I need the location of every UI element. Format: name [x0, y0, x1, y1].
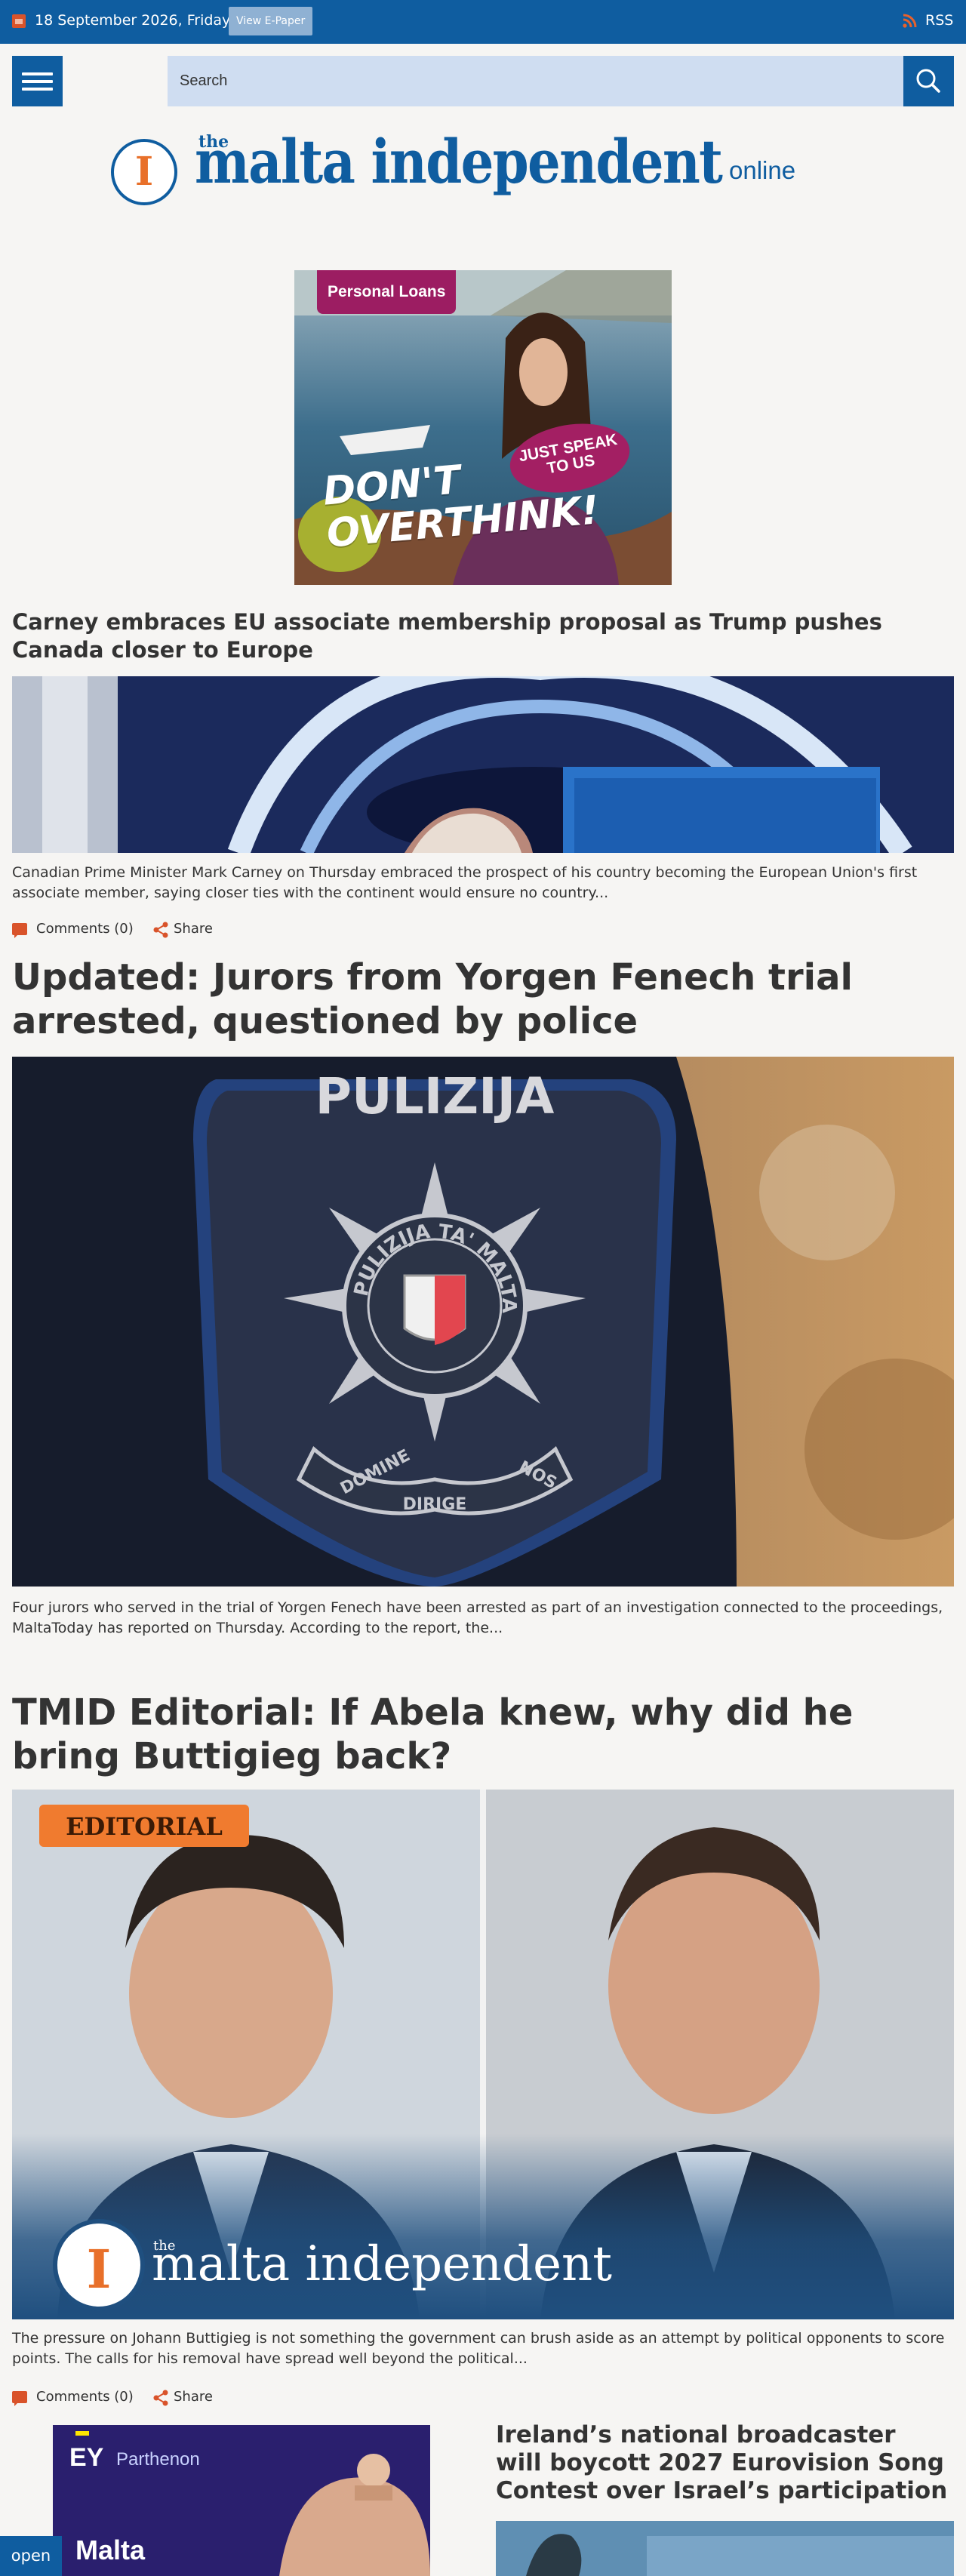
article-image[interactable] [496, 2521, 954, 2576]
editorial-photo: EDITORIAL I the malta independent [12, 1790, 954, 2319]
menu-icon [22, 72, 53, 75]
rss-link[interactable]: RSS [925, 12, 953, 29]
search-icon [916, 69, 940, 93]
search-input[interactable] [168, 56, 903, 106]
share-link[interactable]: Share [174, 921, 213, 937]
comments-icon [12, 923, 27, 938]
article-title[interactable]: Ireland’s national broadcaster will boyc… [496, 2421, 949, 2505]
article-title[interactable]: TMID Editorial: If Abela knew, why did h… [12, 1691, 948, 1778]
ad-tag: Personal Loans [317, 270, 457, 314]
article-meta: Comments (0) Share [12, 919, 254, 940]
advertisement-banner[interactable]: Personal Loans JUST SPEAK TO US DON'T OV… [294, 270, 672, 585]
sidebar-ad-headline: Malta [75, 2534, 146, 2565]
svg-text:PULIZIJA: PULIZIJA [315, 1067, 555, 1125]
menu-button[interactable] [12, 56, 63, 106]
article-image[interactable]: EDITORIAL I the malta independent [12, 1790, 954, 2319]
menu-icon [22, 88, 53, 91]
logo-name: malta independent [195, 126, 723, 197]
article-title[interactable]: Updated: Jurors from Yorgen Fenech trial… [12, 956, 948, 1043]
article-image[interactable] [12, 676, 954, 853]
share-icon[interactable] [152, 2390, 169, 2406]
comments-icon [12, 2391, 27, 2406]
open-button[interactable]: open [0, 2536, 62, 2576]
svg-text:DIRIGE: DIRIGE [403, 1495, 467, 1514]
share-icon[interactable] [152, 922, 169, 938]
logo-suffix: online [729, 156, 796, 184]
svg-text:I: I [135, 149, 153, 195]
menu-icon [22, 80, 53, 83]
search-button[interactable] [903, 56, 954, 106]
svg-text:EDITORIAL: EDITORIAL [66, 1812, 223, 1841]
svg-text:I: I [87, 2238, 112, 2301]
sidebar-ad-brand-sub: Parthenon [116, 2449, 200, 2470]
article-summary: The pressure on Johann Buttigieg is not … [12, 2330, 945, 2367]
article-summary: Four jurors who served in the trial of Y… [12, 1599, 943, 1636]
site-logo[interactable]: I the malta independent online [110, 126, 820, 215]
article-meta: Comments (0) Share [12, 2387, 254, 2408]
article-summary: Canadian Prime Minister Mark Carney on T… [12, 864, 918, 901]
view-epaper-button[interactable]: View E-Paper [229, 7, 313, 35]
article-image-photo [496, 2521, 954, 2576]
top-bar: 18 September 2026, Friday View E-Paper R… [0, 0, 966, 44]
police-badge-photo: PULIZIJA PULIZIJA TA' MALTA DOMINE DIRIG… [12, 1057, 954, 1587]
calendar-icon [12, 14, 26, 28]
rss-icon[interactable] [903, 13, 918, 28]
sidebar-advertisement[interactable]: EY Parthenon Malta [53, 2425, 430, 2576]
article-image-photo [12, 676, 954, 853]
logo-mark: I [111, 139, 177, 205]
svg-text:malta independent: malta independent [152, 2236, 612, 2292]
article-title[interactable]: Carney embraces EU associate membership … [12, 608, 940, 664]
sidebar-ad-brand: EY [69, 2443, 104, 2472]
share-link[interactable]: Share [174, 2389, 213, 2405]
current-date: 18 September 2026, Friday [35, 12, 231, 29]
comments-link[interactable]: Comments (0) [36, 2389, 134, 2405]
comments-link[interactable]: Comments (0) [36, 921, 134, 937]
article-image[interactable]: PULIZIJA PULIZIJA TA' MALTA DOMINE DIRIG… [12, 1057, 954, 1587]
